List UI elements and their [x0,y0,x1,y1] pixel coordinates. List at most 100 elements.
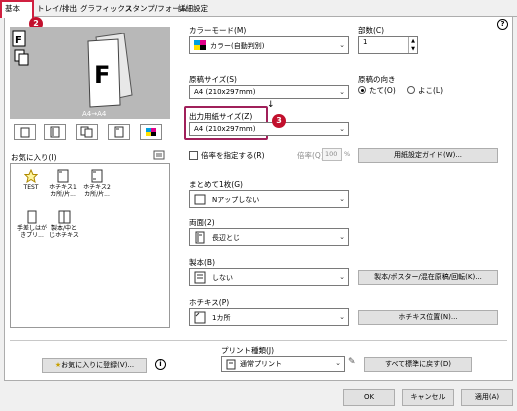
favorite-item[interactable]: 製本/中とじホチキス [49,210,79,242]
help-icon[interactable]: ? [497,19,508,30]
chevron-down-icon: ⌄ [335,359,341,367]
duplex-select[interactable]: 長辺とじ ⌄ [189,228,349,246]
long-edge-binding-icon [195,231,205,244]
booklet-poster-button[interactable]: 製本/ポスター/混在原稿/回転(K)... [358,270,498,285]
zoom-checkbox-label: 倍率を指定する(R) [201,151,265,160]
preview-area: F F A4→A4 [10,27,170,119]
duplex-value: 長辺とじ [212,234,240,242]
tab-advanced[interactable]: 詳細設定 [178,2,208,16]
chevron-down-icon: ⌄ [339,313,345,321]
preview-caption: A4→A4 [82,110,107,118]
bottom-divider [10,340,507,341]
stamp-view-button[interactable] [108,124,130,140]
tab-tray-output[interactable]: トレイ/排出 [37,2,77,16]
arrow-down-icon: ↓ [267,100,275,110]
copies-input[interactable]: 1 ▲ ▼ [358,36,418,54]
original-size-label: 原稿サイズ(S) [189,75,237,84]
chevron-down-icon: ⌄ [339,88,345,96]
nup-label: まとめて1枚(G) [189,180,243,189]
tab-basic[interactable]: 基本 [0,0,34,18]
nup-value: Nアップしない [212,196,260,204]
duplex-label: 両面(2) [189,218,215,227]
print-type-value: 通常プリント [240,360,282,368]
binding-view-button[interactable] [44,124,66,140]
orientation-landscape-radio[interactable] [407,86,415,94]
color-mode-label: カラーモード(M) [189,26,247,35]
staple-value: 1カ所 [212,314,231,322]
apply-button[interactable]: 適用(A) [461,389,513,406]
original-size-value: A4 (210x297mm) [194,88,256,96]
favorite-item[interactable]: ホチキス1カ所/片... [49,169,77,201]
output-size-select[interactable]: A4 (210x297mm) ⌄ [189,122,349,136]
print-doc-icon [226,359,236,370]
preview-mode-bar [10,124,170,140]
ok-button[interactable]: OK [343,389,395,406]
print-type-label: プリント種類(J) [221,346,275,355]
favorites-title: お気に入り(I) [11,153,57,162]
chevron-down-icon: ⌄ [339,195,345,203]
chevron-down-icon: ⌄ [339,233,345,241]
zoom-input[interactable]: 100 [322,148,342,161]
staple-doc-icon [91,169,103,183]
paper-guide-button[interactable]: 用紙設定ガイド(W)... [358,148,498,163]
output-mode-icon: F [12,30,29,66]
chevron-down-icon: ⌄ [339,125,345,133]
color-view-button[interactable] [140,124,162,140]
favorites-list: TEST ホチキス1カ所/片... ホチキス2カ所/片... 手差しはがきプリ.… [10,163,170,328]
zoom-checkbox[interactable] [189,151,198,160]
star-icon [24,169,38,183]
booklet-select[interactable]: しない ⌄ [189,268,349,286]
orientation-landscape-label: よこ(L) [418,86,444,95]
orientation-label: 原稿の向き [358,75,396,84]
orientation-portrait-label: たて(O) [369,86,396,95]
output-size-value: A4 (210x297mm) [194,125,256,133]
reset-defaults-button[interactable]: すべて標準に戻す(D) [364,357,472,372]
favorite-item-label: TEST [23,184,39,191]
color-mode-select[interactable]: カラー(自動判別) ⌄ [189,36,349,54]
output-size-label: 出力用紙サイズ(Z) [189,112,253,121]
favorite-item[interactable]: ホチキス2カ所/片... [83,169,111,201]
orientation-portrait-radio[interactable] [358,86,366,94]
favorite-item-label: ホチキス1カ所/片... [49,184,77,198]
staple-label: ホチキス(P) [189,298,230,307]
postcard-icon [27,210,37,224]
staple-select[interactable]: 1カ所 ⌄ [189,308,349,326]
favorite-item-label: 製本/中とじホチキス [49,225,79,239]
favorite-item-label: ホチキス2カ所/片... [83,184,111,198]
info-icon[interactable]: i [155,359,166,370]
zoom-unit: % [344,150,351,158]
print-type-select[interactable]: 通常プリント ⌄ [221,356,345,372]
copies-value: 1 [363,38,368,46]
page-preview-icon: F [87,33,133,108]
page-view-button[interactable] [14,124,36,140]
callout-badge-3: 3 [272,114,286,128]
svg-text:F: F [94,61,110,89]
nup-select[interactable]: Nアップしない ⌄ [189,190,349,208]
original-size-select[interactable]: A4 (210x297mm) ⌄ [189,85,349,99]
tab-bar: 基本 トレイ/排出 グラフィックス スタンプ/フォーム 詳細設定 [0,0,517,18]
booklet-off-icon [194,271,206,284]
cancel-button[interactable]: キャンセル [402,389,454,406]
booklet-label: 製本(B) [189,258,215,267]
favorite-item-label: 手差しはがきプリ... [17,225,48,239]
chevron-down-icon: ⌄ [339,273,345,281]
booklet-icon [58,210,71,224]
favorite-item[interactable]: TEST [21,169,41,197]
favorite-item[interactable]: 手差しはがきプリ... [17,210,47,242]
multi-page-view-button[interactable] [76,124,98,140]
pencil-icon[interactable]: ✎ [348,357,356,367]
single-page-icon [194,194,206,205]
copies-stepper[interactable]: ▲ ▼ [408,37,417,53]
staple-position-button[interactable]: ホチキス位置(N)... [358,310,498,325]
chevron-down-icon: ⌄ [339,41,345,49]
favorites-menu-icon[interactable] [153,150,165,160]
register-favorite-label: お気に入りに登録(V)... [61,361,135,369]
booklet-value: しない [212,274,233,282]
register-favorite-button[interactable]: ★お気に入りに登録(V)... [42,358,147,373]
staple-doc-icon [57,169,69,183]
svg-text:F: F [15,35,22,46]
color-mode-value: カラー(自動判別) [210,42,265,50]
copies-label: 部数(C) [358,26,385,35]
staple-icon [194,311,206,324]
zoom-label: 倍率(Q) [297,151,324,160]
